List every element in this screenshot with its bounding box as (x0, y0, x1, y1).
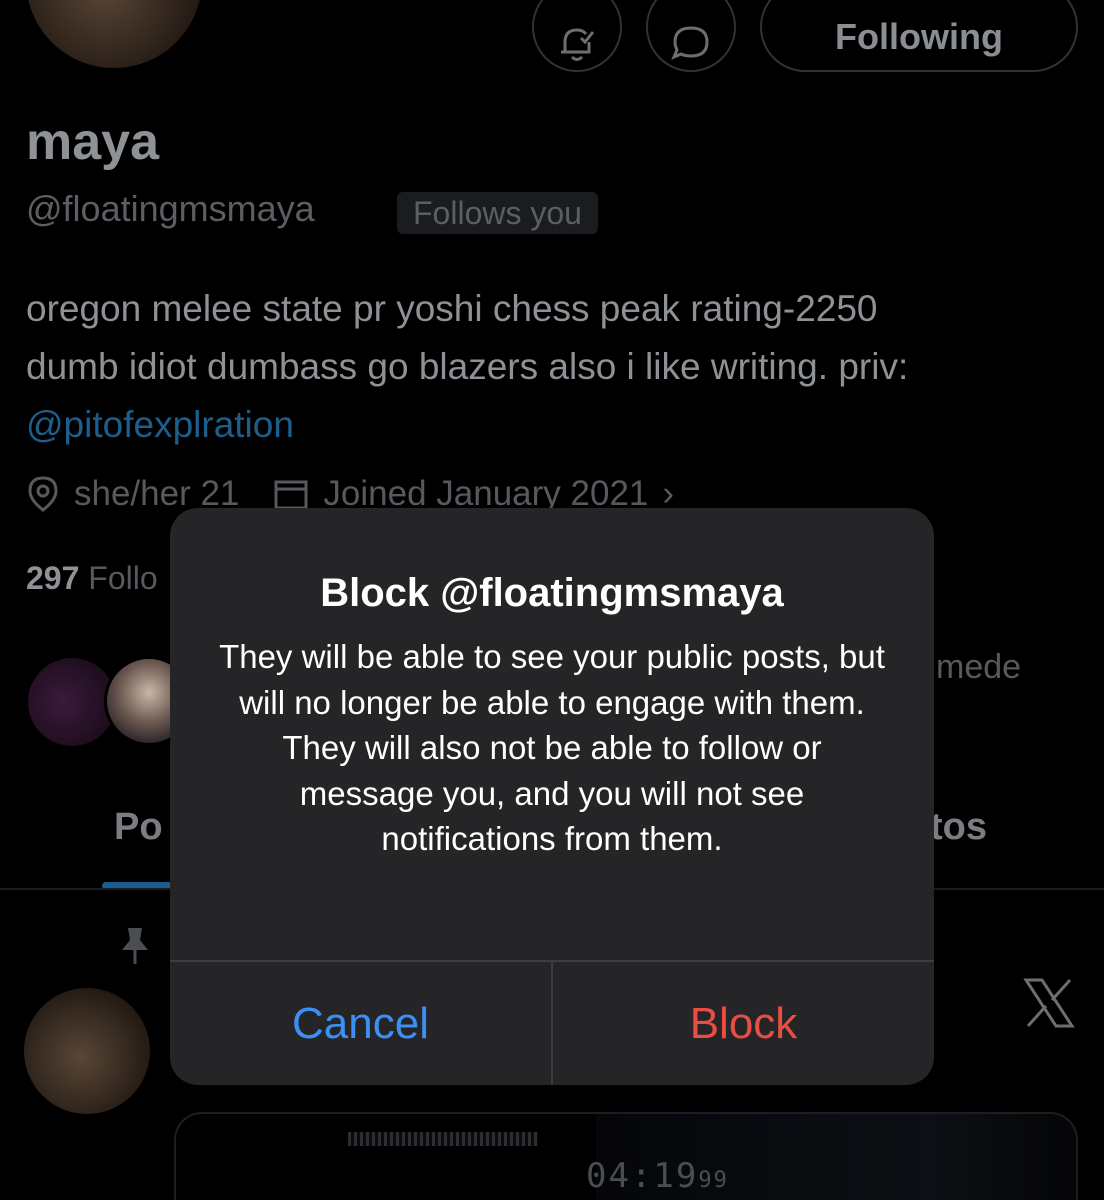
following-stat-label: Follo (88, 560, 158, 596)
mutual-avatar (28, 658, 116, 746)
dialog-title: Block @floatingmsmaya (320, 571, 784, 615)
cancel-button[interactable]: Cancel (170, 962, 551, 1085)
screen: Following maya @floatingmsmaya Follows y… (0, 0, 1104, 1200)
profile-name: maya (26, 113, 159, 171)
block-dialog: Block @floatingmsmaya They will be able … (170, 508, 934, 1085)
x-logo-icon (1023, 978, 1075, 1028)
following-button[interactable]: Following (760, 0, 1078, 72)
bio-line: dumb idiot dumbass go blazers also i lik… (26, 346, 909, 387)
bell-plus-icon (561, 28, 595, 61)
block-button[interactable]: Block (553, 962, 934, 1085)
dialog-message: They will be able to see your public pos… (219, 638, 885, 857)
profile-bio: oregon melee state pr yoshi chess peak r… (26, 280, 1076, 454)
following-count: 297 (26, 560, 80, 596)
profile-avatar[interactable] (22, 0, 206, 72)
calendar-icon (274, 480, 308, 510)
follow-stats[interactable]: 297 Follo (26, 560, 158, 597)
tab-posts[interactable]: Po (114, 806, 163, 849)
following-label: Following (835, 16, 1003, 57)
tab-photos[interactable]: tos (930, 806, 987, 849)
mutual-followers-text[interactable]: mede (936, 648, 1021, 687)
profile-handle: @floatingmsmaya (26, 188, 315, 229)
pin-icon (122, 928, 148, 964)
follows-you-badge: Follows you (397, 192, 598, 234)
location-pin-icon (28, 476, 58, 512)
bio-mention-link[interactable]: @pitofexplration (26, 396, 1076, 454)
clock-main: 04:19 (586, 1156, 699, 1196)
message-bubble-icon (671, 26, 709, 60)
message-button[interactable] (646, 0, 736, 72)
media-strip (348, 1132, 538, 1146)
clock-small: 99 (698, 1168, 729, 1193)
notify-button[interactable] (532, 0, 622, 72)
bio-line: oregon melee state pr yoshi chess peak r… (26, 288, 878, 329)
post-avatar[interactable] (24, 988, 150, 1114)
post-media-card[interactable]: 04:1999 (174, 1112, 1078, 1200)
media-clock: 04:1999 (586, 1156, 729, 1196)
